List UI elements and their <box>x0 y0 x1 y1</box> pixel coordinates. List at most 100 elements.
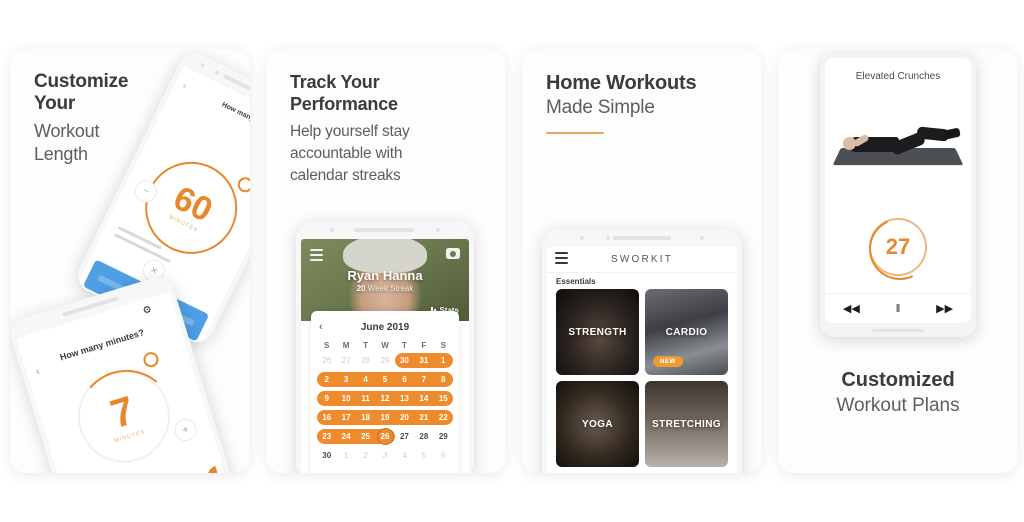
calendar-weekday: W <box>381 341 389 350</box>
feature-card-customize-length[interactable]: Customize Your Workout Length ‹ How many… <box>10 49 250 473</box>
gear-icon[interactable]: ⚙ <box>142 304 154 317</box>
calendar-day-cell[interactable]: 26 <box>317 352 336 369</box>
phone-screen: Elevated Crunches 27 ◀◀ ‖ ▶▶ <box>825 58 971 323</box>
calendar-day-cell[interactable]: 8 <box>434 371 453 388</box>
calendar-day-cell[interactable]: 30 <box>395 352 414 369</box>
tile-label: STRENGTH <box>568 326 627 338</box>
calendar-weekday-header: SMTWTFS <box>317 341 453 350</box>
home-indicator <box>872 329 924 332</box>
calendar-weekday: F <box>421 341 427 350</box>
calendar-weekday: T <box>363 341 368 350</box>
calendar-day-cell[interactable]: 3 <box>375 447 394 464</box>
calendar-day-cell[interactable]: 22 <box>434 409 453 426</box>
previous-month-button[interactable]: ‹ <box>319 321 323 333</box>
workout-tile-strength[interactable]: STRENGTH <box>556 289 639 375</box>
calendar-day-cell[interactable]: 18 <box>356 409 375 426</box>
calendar-day-cell[interactable]: 24 <box>336 428 355 445</box>
feature-card-home-workouts[interactable]: Home Workouts Made Simple SWORKIT Essent… <box>522 49 762 473</box>
workout-tile-yoga[interactable]: YOGA <box>556 381 639 467</box>
calendar-header: ‹ June 2019 <box>317 319 453 335</box>
calendar-day-cell[interactable]: 31 <box>414 352 433 369</box>
calendar-day-cell[interactable]: 4 <box>356 371 375 388</box>
calendar-week-row: 16 17 18 19 20 21 22 <box>317 409 453 426</box>
streak-label: 20 Week Streak <box>301 284 469 293</box>
calendar-day-cell[interactable]: 11 <box>356 390 375 407</box>
calendar-day-cell[interactable]: 12 <box>375 390 394 407</box>
calendar-day-cell[interactable]: 21 <box>414 409 433 426</box>
calendar-day-cell[interactable]: 4 <box>395 447 414 464</box>
duration-dial[interactable]: 7 MINUTES <box>66 350 182 473</box>
player-controls: ◀◀ ‖ ▶▶ <box>825 293 971 323</box>
calendar-day-cell[interactable]: 7 <box>414 371 433 388</box>
toggle-switch[interactable] <box>204 462 231 473</box>
phone-sensor-dot <box>700 236 704 240</box>
forward-button[interactable]: ▶▶ <box>936 302 953 315</box>
headline-block: Track Your Performance Help yourself sta… <box>290 71 410 187</box>
hamburger-icon[interactable] <box>310 249 323 264</box>
page-title: Track Your Performance <box>290 72 398 114</box>
phone-screen: Ryan Hanna 20 Week Streak Stats <box>301 239 469 473</box>
phone-speaker <box>356 228 414 232</box>
workout-tile-cardio[interactable]: CARDIO NEW <box>645 289 728 375</box>
headline-block: Customize Your Workout Length <box>34 71 128 166</box>
calendar-day-cell[interactable]: 25 <box>356 428 375 445</box>
phone-mockup-player: Elevated Crunches 27 ◀◀ ‖ ▶▶ <box>820 53 976 337</box>
exercise-title: Elevated Crunches <box>855 71 941 82</box>
calendar-day-cell[interactable]: 30 <box>317 447 336 464</box>
streak-count: 20 <box>356 284 366 293</box>
calendar-day-cell[interactable]: 27 <box>395 428 414 445</box>
calendar-day-cell[interactable]: 28 <box>414 428 433 445</box>
calendar-day-cell[interactable]: 6 <box>395 371 414 388</box>
feature-card-track-performance[interactable]: Track Your Performance Help yourself sta… <box>266 49 506 473</box>
calendar-day-cell[interactable]: 5 <box>414 447 433 464</box>
countdown-timer: 27 <box>869 218 927 276</box>
duration-dial-wrap: 7 MINUTES <box>66 350 182 473</box>
screenshot-stage: Customize Your Workout Length ‹ How many… <box>0 0 1024 522</box>
hamburger-line <box>310 254 323 256</box>
calendar-day-cell[interactable]: 3 <box>336 371 355 388</box>
calendar-day-cell[interactable]: 1 <box>336 447 355 464</box>
calendar-day-cell[interactable]: 15 <box>434 390 453 407</box>
calendar-day-cell[interactable]: 2 <box>317 371 336 388</box>
workout-tile-stretching[interactable]: STRETCHING <box>645 381 728 467</box>
phone-sensor-dot <box>214 69 220 76</box>
calendar-day-cell[interactable]: 13 <box>395 390 414 407</box>
calendar-day-cell[interactable]: 27 <box>336 352 355 369</box>
pause-button[interactable]: ‖ <box>896 303 901 315</box>
phone-camera-dot <box>580 236 584 240</box>
calendar-day-cell[interactable]: 23 <box>317 428 336 445</box>
calendar-day-cell[interactable]: 6 <box>434 447 453 464</box>
new-badge: NEW <box>653 356 683 367</box>
calendar-day-cell[interactable]: 29 <box>434 428 453 445</box>
calendar-day-cell[interactable]: 16 <box>317 409 336 426</box>
calendar-day-cell[interactable]: 20 <box>395 409 414 426</box>
calendar-day-cell[interactable]: 5 <box>375 371 394 388</box>
calendar-day-cell[interactable]: 9 <box>317 390 336 407</box>
calendar-week-row: 26 27 28 29 30 31 1 <box>317 352 453 369</box>
hamburger-line <box>310 259 323 261</box>
calendar-week-row: 2345678 <box>317 371 453 388</box>
page-subtitle: Help yourself stay accountable with cale… <box>290 123 410 184</box>
calendar-panel: ‹ June 2019 SMTWTFS 26 27 28 29 30 31 1 2 3 4 5 6 7 8… <box>311 311 459 473</box>
phone-screen: SWORKIT Essentials STRENGTH CARDIO NEW Y… <box>547 247 737 473</box>
calendar-day-cell[interactable]: 10 <box>336 390 355 407</box>
calendar-day-cell[interactable]: 2 <box>356 447 375 464</box>
feature-card-customized-plans[interactable]: Elevated Crunches 27 ◀◀ ‖ ▶▶ Customized … <box>778 49 1018 473</box>
calendar-day-cell[interactable]: 28 <box>356 352 375 369</box>
dial-handle[interactable] <box>141 350 161 370</box>
page-subtitle: Workout Length <box>34 121 100 164</box>
rewind-button[interactable]: ◀◀ <box>843 302 860 315</box>
calendar-week-row: 9 10 11 12 13 14 15 <box>317 390 453 407</box>
tile-label: YOGA <box>581 418 614 430</box>
dial-handle[interactable] <box>235 174 250 195</box>
calendar-day-cell[interactable]: 19 <box>375 409 394 426</box>
calendar-day-cell[interactable]: 17 <box>336 409 355 426</box>
calendar-day-cell[interactable]: 29 <box>375 352 394 369</box>
app-brand-title: SWORKIT <box>610 254 674 265</box>
camera-icon[interactable] <box>446 248 460 259</box>
duration-question-label: How many <box>220 101 250 123</box>
calendar-day-cell[interactable]: 1 <box>434 352 453 369</box>
calendar-today-ring <box>376 428 394 445</box>
calendar-day-cell[interactable]: 14 <box>414 390 433 407</box>
tile-label: STRETCHING <box>652 418 721 430</box>
